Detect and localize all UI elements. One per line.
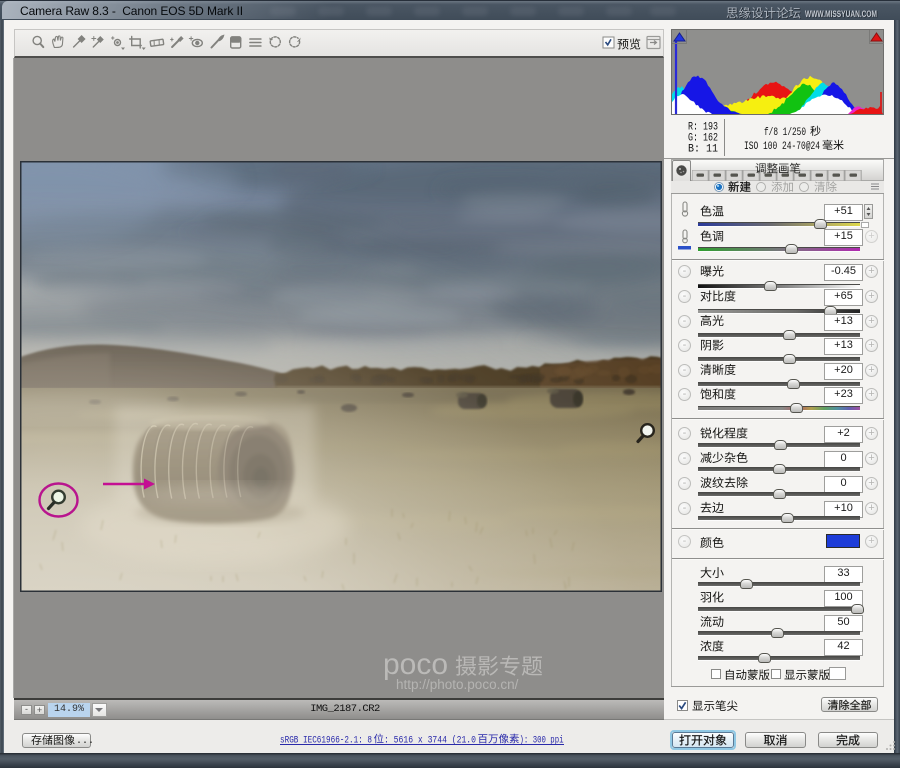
svg-text:f/8 1/250: f/8 1/250 (764, 127, 806, 139)
svg-text:B: 11: B: 11 (688, 144, 718, 156)
svg-text:WWW.MISSYUAN.COM: WWW.MISSYUAN.COM (805, 9, 877, 20)
svg-text:http://photo.poco.cn/: http://photo.poco.cn/ (396, 677, 519, 692)
svg-text:...: ... (76, 736, 94, 747)
svg-text:ISO 100 24-70@24: ISO 100 24-70@24 (744, 141, 820, 153)
